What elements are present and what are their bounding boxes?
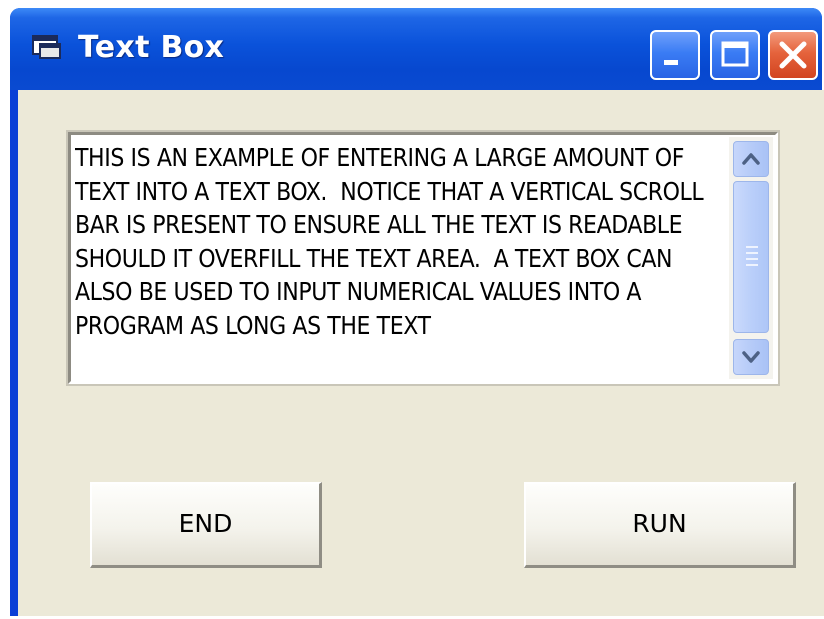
- vertical-scrollbar[interactable]: [729, 137, 773, 379]
- chevron-down-icon: [742, 351, 760, 363]
- thumb-grip-line: [746, 264, 758, 266]
- maximize-icon: [721, 41, 749, 67]
- thumb-grip-line: [746, 246, 758, 248]
- scroll-down-button[interactable]: [733, 339, 769, 375]
- minimize-button[interactable]: [650, 30, 700, 80]
- maximize-button[interactable]: [710, 30, 760, 80]
- run-button[interactable]: RUN: [524, 482, 796, 568]
- scroll-up-button[interactable]: [733, 141, 769, 177]
- thumb-grip-line: [746, 252, 758, 254]
- multiline-text-box[interactable]: THIS IS AN EXAMPLE OF ENTERING A LARGE A…: [66, 130, 780, 386]
- window-client-area: THIS IS AN EXAMPLE OF ENTERING A LARGE A…: [18, 90, 824, 616]
- minimize-icon: [664, 60, 678, 65]
- end-button[interactable]: END: [90, 482, 322, 568]
- close-button[interactable]: [768, 30, 818, 80]
- thumb-grip-line: [746, 258, 758, 260]
- app-window: Text Box THIS IS AN EXAMPLE OF ENTERING …: [10, 8, 824, 616]
- window-title: Text Box: [78, 30, 225, 65]
- title-bar[interactable]: Text Box: [10, 8, 822, 90]
- chevron-up-icon: [742, 153, 760, 165]
- app-icon: [32, 35, 61, 59]
- close-icon: [779, 41, 807, 69]
- scroll-thumb[interactable]: [733, 181, 769, 333]
- text-box-content[interactable]: THIS IS AN EXAMPLE OF ENTERING A LARGE A…: [75, 141, 725, 377]
